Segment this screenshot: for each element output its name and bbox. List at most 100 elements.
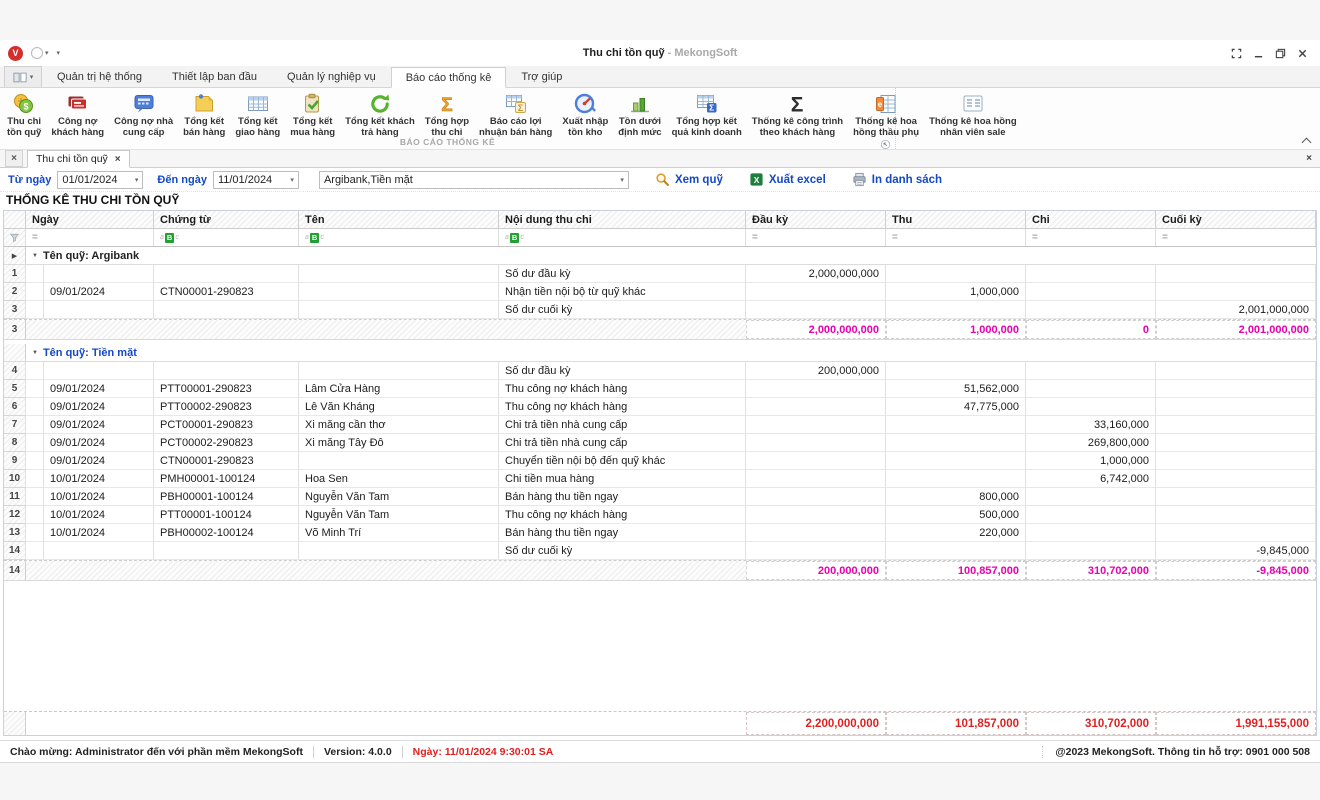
cell-chi: 1,000,000 [1026,452,1156,470]
ribbon-tab-tro-giup[interactable]: Trợ giúp [506,66,577,87]
ribbon-button-xuat-nhap-ton-kho[interactable]: Xuất nhậptồn kho [557,90,613,139]
ribbon-button-cong-no-khach-hang[interactable]: Công nợkhách hàng [46,90,109,139]
cell-ten: Xi măng Tây Đô [299,434,499,452]
ribbon-body: $Thu chitồn quỹCông nợkhách hàngCông nợ … [0,88,1320,150]
column-header-3[interactable]: Tên [299,211,499,228]
table-row[interactable]: 209/01/2024CTN00001-290823Nhận tiền nội … [4,283,1316,301]
filter-cell-5[interactable]: = [746,229,886,246]
filter-cell-8[interactable]: = [1156,229,1316,246]
svg-text:Σ: Σ [791,94,804,117]
table-row[interactable]: 3Số dư cuối kỳ2,001,000,000 [4,301,1316,319]
xuat-excel-button[interactable]: XXuất excel [749,172,826,187]
fund-select[interactable]: Argibank,Tiền mặt ▾ [319,171,629,189]
dialog-launcher-icon[interactable] [880,137,891,148]
ribbon-button-thong-ke-hoa-hong-thau-phu[interactable]: eThống kê hoahồng thầu phụ [848,90,924,139]
chevron-down-icon: ▾ [30,73,34,81]
column-header-6[interactable]: Thu [886,211,1026,228]
cell-ngay [44,362,154,380]
filter-cell-2[interactable]: aBc [154,229,299,246]
cell-ten [299,283,499,301]
group-header-row[interactable]: ▼Tên quỹ: Tiền mặt [4,344,1316,362]
close-button[interactable] [1294,46,1310,60]
filter-cell-7[interactable]: = [1026,229,1156,246]
ribbon-layout-button[interactable]: ▾ [4,66,42,87]
tab-close-icon[interactable]: × [115,154,121,165]
printer-icon [852,172,867,187]
from-date-label: Từ ngày [8,174,51,186]
column-header-5[interactable]: Đầu kỳ [746,211,886,228]
ribbon-button-bao-cao-loi-nhuan-ban-hang[interactable]: ΣBáo cáo lợinhuận bán hàng [474,90,557,139]
cell-ten: Nguyễn Văn Tam [299,506,499,524]
cell-cuoi-ky [1156,283,1316,301]
group-header-row[interactable]: ▶▼Tên quỹ: Argibank [4,247,1316,265]
ribbon-button-tong-hop-thu-chi[interactable]: ΣTổng hợpthu chi [420,90,474,139]
ribbon-tab-thiet-lap-ban-dau[interactable]: Thiết lập ban đầu [157,66,272,87]
ribbon-button-cong-no-nha-cung-cap[interactable]: Công nợ nhàcung cấp [109,90,178,139]
close-all-tabs-button[interactable]: × [5,150,23,167]
group-name: ▼Tên quỹ: Tiền mặt [26,344,1316,361]
in-danh-sach-button[interactable]: In danh sách [852,172,942,187]
filter-cell-1[interactable]: = [26,229,154,246]
table-orange-icon: e [873,91,899,117]
ribbon-button-tong-ket-ban-hang[interactable]: Tổng kếtbán hàng [178,90,230,139]
column-header-4[interactable]: Nội dung thu chi [499,211,746,228]
tab-thu-chi-ton-quy[interactable]: Thu chi tồn quỹ × [27,150,130,168]
ribbon-tab-quan-ly-nghiep-vu[interactable]: Quản lý nghiệp vụ [272,66,391,87]
table-row[interactable]: 4Số dư đầu kỳ200,000,000 [4,362,1316,380]
column-header-7[interactable]: Chi [1026,211,1156,228]
group-indent-cell [26,470,44,488]
ribbon-collapse-button[interactable] [1303,136,1312,145]
cell-noi-dung: Thu công nợ khách hàng [499,398,746,416]
ribbon-button-thu-chi-ton-quy[interactable]: $Thu chitồn quỹ [2,90,46,139]
xem-quy-label: Xem quỹ [675,174,723,186]
group-indent-cell [26,488,44,506]
table-row[interactable]: 1210/01/2024PTT00001-100124Nguyễn Văn Ta… [4,506,1316,524]
ribbon-button-thong-ke-hoa-hong-nhan-vien-sale[interactable]: Thống kê hoa hồngnhân viên sale [924,90,1022,139]
table-row[interactable]: 809/01/2024PCT00002-290823Xi măng Tây Đô… [4,434,1316,452]
xem-quy-button[interactable]: Xem quỹ [655,172,723,187]
column-header-2[interactable]: Chứng từ [154,211,299,228]
ribbon-button-tong-ket-khach-tra-hang[interactable]: Tổng kết kháchtrả hàng [340,90,420,139]
table-row[interactable]: 509/01/2024PTT00001-290823Lâm Cửa HàngTh… [4,380,1316,398]
report-grid: NgàyChứng từTênNội dung thu chiĐầu kỳThu… [3,210,1317,736]
cell-ngay [44,265,154,283]
table-row[interactable]: 1Số dư đầu kỳ2,000,000,000 [4,265,1316,283]
column-header-1[interactable]: Ngày [26,211,154,228]
cell-chung-tu: PBH00002-100124 [154,524,299,542]
table-row[interactable]: 14Số dư cuối kỳ-9,845,000 [4,542,1316,560]
close-document-button[interactable]: × [1306,153,1312,164]
table-row[interactable]: 1010/01/2024PMH00001-100124Hoa SenChi ti… [4,470,1316,488]
collapse-triangle-icon[interactable]: ▼ [32,253,38,259]
cell-thu [886,452,1026,470]
ribbon-button-tong-hop-ket-qua-kinh-doanh[interactable]: ΣTổng hợp kếtquả kinh doanh [667,90,747,139]
collapse-triangle-icon[interactable]: ▼ [32,350,38,356]
minimize-button[interactable] [1250,46,1266,60]
ribbon-tab-quan-tri-he-thong[interactable]: Quản trị hệ thống [42,66,157,87]
table-row[interactable]: 1310/01/2024PBH00002-100124Võ Minh TríBá… [4,524,1316,542]
cell-dau-ky: 2,000,000,000 [746,265,886,283]
ribbon-button-tong-ket-mua-hang[interactable]: Tổng kếtmua hàng [285,90,340,139]
ribbon-button-label: Tổng kết [184,117,224,128]
filter-cell-3[interactable]: aBc [299,229,499,246]
table-row[interactable]: 709/01/2024PCT00001-290823Xi măng cần th… [4,416,1316,434]
qat-customize-button[interactable]: ▾ [57,49,61,57]
desktop: V ▾ ▾ Thu chi tồn quỹ - MekongSoft [0,0,1320,800]
ribbon-tab-bao-cao-thong-ke[interactable]: Báo cáo thống kê [391,67,507,88]
table-row[interactable]: 1110/01/2024PBH00001-100124Nguyễn Văn Ta… [4,488,1316,506]
cell-chung-tu [154,542,299,560]
from-date-input[interactable]: 01/01/2024 ▾ [57,171,143,189]
table-row[interactable]: 609/01/2024PTT00002-290823Lê Văn KhángTh… [4,398,1316,416]
ribbon-button-tong-ket-giao-hang[interactable]: Tổng kếtgiao hàng [230,90,285,139]
table-row[interactable]: 909/01/2024CTN00001-290823Chuyển tiền nộ… [4,452,1316,470]
ribbon-button-thong-ke-cong-trinh-theo-khach-hang[interactable]: ΣThống kê công trìnhtheo khách hàng [747,90,848,139]
column-header-8[interactable]: Cuối kỳ [1156,211,1316,228]
filter-cell-4[interactable]: aBc [499,229,746,246]
to-date-input[interactable]: 11/01/2024 ▾ [213,171,299,189]
ribbon-button-ton-duoi-dinh-muc[interactable]: Tồn dướiđịnh mức [613,90,666,139]
cell-cuoi-ky [1156,362,1316,380]
qat-skin-button[interactable]: ▾ [31,47,49,59]
restore-button[interactable] [1272,46,1288,60]
xuat-excel-label: Xuất excel [769,174,826,186]
filter-cell-6[interactable]: = [886,229,1026,246]
fit-screen-button[interactable] [1228,46,1244,60]
